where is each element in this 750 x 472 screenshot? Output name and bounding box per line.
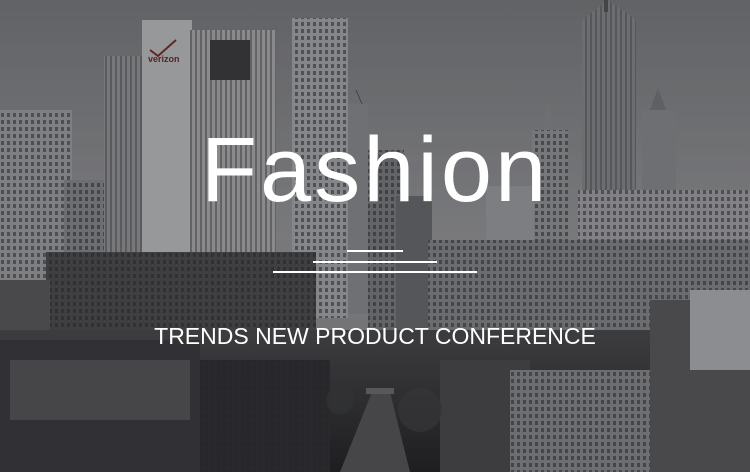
- hero-banner: verizon Fashion TRENDS NEW PRODUCT CONFE…: [0, 0, 750, 472]
- banner-subtitle: TRENDS NEW PRODUCT CONFERENCE: [154, 323, 596, 349]
- title-divider-mid: [313, 261, 437, 263]
- title-divider-long: [273, 271, 477, 273]
- title-divider-short: [347, 250, 403, 252]
- dark-overlay: [0, 0, 750, 472]
- banner-title: Fashion: [200, 119, 550, 221]
